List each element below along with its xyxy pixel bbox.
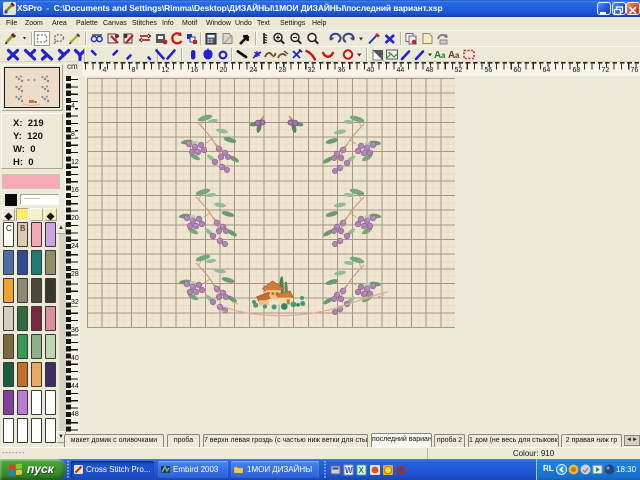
svg-text:a: a <box>455 51 460 60</box>
svg-text:X: X <box>359 466 365 475</box>
svg-text:W: W <box>345 466 353 475</box>
